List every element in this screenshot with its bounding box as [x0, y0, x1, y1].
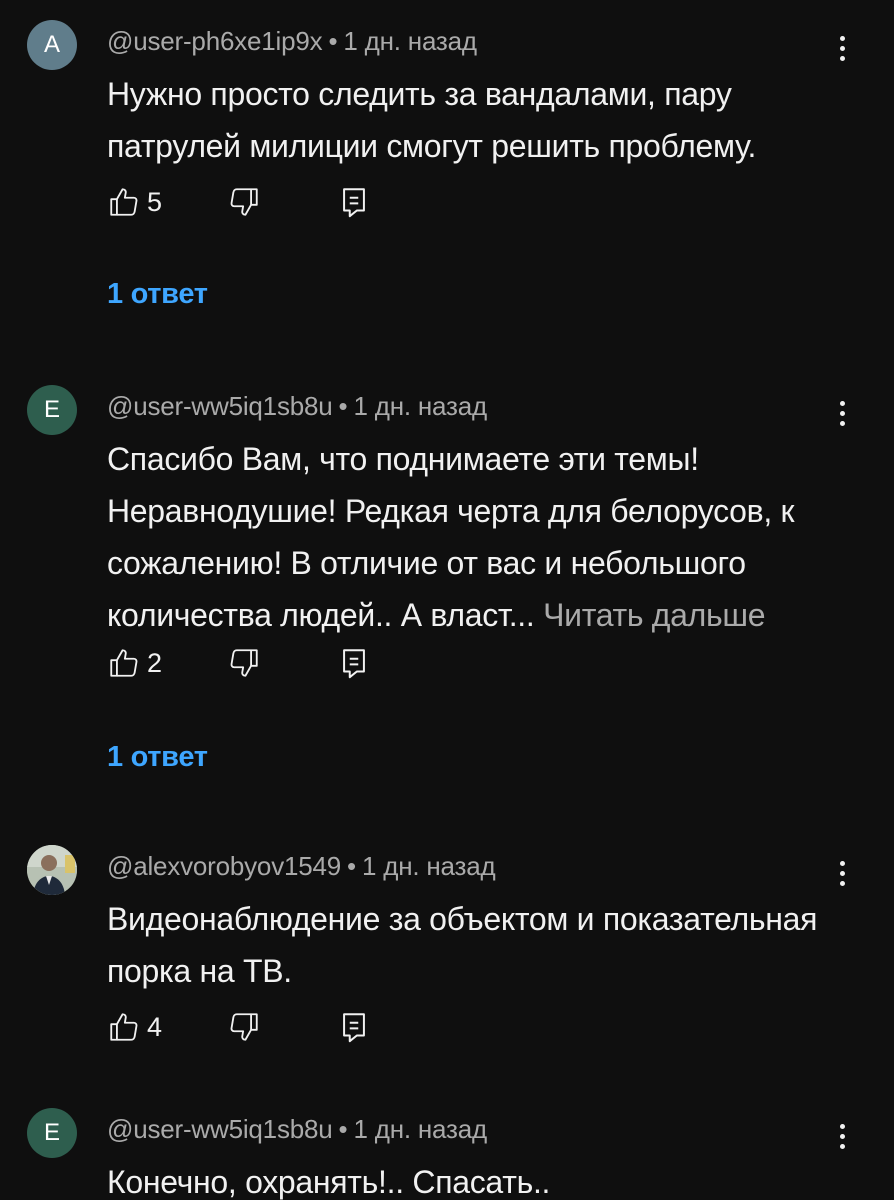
thumbs-down-icon — [230, 1013, 258, 1041]
comment-author[interactable]: @user-ph6xe1ip9x — [107, 26, 323, 56]
avatar-letter: E — [43, 396, 60, 423]
comment-text: Видеонаблюдение за объектом и показатель… — [107, 901, 818, 989]
thumbs-up-icon — [110, 1013, 138, 1041]
meta-separator: • — [338, 391, 348, 421]
thumbs-down-icon — [230, 188, 258, 216]
reply-comment-icon — [343, 649, 365, 679]
thumbs-down-icon — [230, 649, 258, 677]
avatar[interactable] — [27, 845, 77, 895]
reply-button[interactable] — [339, 182, 369, 222]
meta-separator: • — [328, 26, 338, 56]
thumbs-up-icon — [110, 649, 138, 677]
comment-time: 1 дн. назад — [353, 391, 487, 421]
comment-meta: @user-ww5iq1sb8u • 1 дн. назад — [107, 1114, 487, 1145]
comment-time: 1 дн. назад — [353, 1114, 487, 1144]
read-more-link[interactable]: Читать дальше — [543, 597, 766, 633]
like-count: 2 — [147, 647, 163, 678]
comments-list: A @user-ph6xe1ip9x • 1 дн. назад Нужно про… — [0, 0, 894, 1200]
avatar[interactable]: E — [27, 385, 77, 435]
like-count: 4 — [147, 1011, 163, 1042]
like-button[interactable]: 4 — [107, 1007, 162, 1047]
comment-actions: 4 — [107, 1007, 407, 1047]
comment-author[interactable]: @alexvorobyov1549 — [107, 851, 341, 881]
dislike-button[interactable] — [227, 182, 261, 222]
avatar[interactable]: A — [27, 20, 77, 70]
comment-text: Конечно, охранять!.. Спасать.. — [107, 1164, 551, 1200]
avatar-letter: A — [43, 31, 60, 58]
reply-button[interactable] — [339, 1007, 369, 1047]
comment-meta: @user-ww5iq1sb8u • 1 дн. назад — [107, 391, 487, 422]
user-photo-icon — [27, 845, 77, 895]
comment-actions: 5 — [107, 182, 407, 222]
reply-comment-icon — [343, 188, 365, 218]
comment-meta: @alexvorobyov1549 • 1 дн. назад — [107, 851, 496, 882]
comment-text: Спасибо Вам, что поднимаете эти темы! Не… — [107, 441, 795, 633]
like-button[interactable]: 2 — [107, 643, 162, 683]
reply-button[interactable] — [339, 643, 369, 683]
replies-link[interactable]: 1 ответ — [107, 278, 208, 311]
like-count: 5 — [147, 186, 163, 217]
meta-separator: • — [338, 1114, 348, 1144]
replies-link[interactable]: 1 ответ — [107, 741, 208, 774]
dislike-button[interactable] — [227, 643, 261, 683]
comment-actions: 2 — [107, 643, 407, 683]
comment-author[interactable]: @user-ww5iq1sb8u — [107, 1114, 333, 1144]
comment-text: Нужно просто следить за вандалами, пару … — [107, 76, 757, 164]
comment-time: 1 дн. назад — [343, 26, 477, 56]
comment-author[interactable]: @user-ww5iq1sb8u — [107, 391, 333, 421]
reply-comment-icon — [343, 1013, 365, 1043]
comment-time: 1 дн. назад — [361, 851, 496, 881]
avatar[interactable]: E — [27, 1108, 77, 1158]
dislike-button[interactable] — [227, 1007, 261, 1047]
meta-separator: • — [347, 851, 356, 881]
comment-meta: @user-ph6xe1ip9x • 1 дн. назад — [107, 26, 477, 57]
like-button[interactable]: 5 — [107, 182, 162, 222]
avatar-letter: E — [43, 1119, 60, 1146]
thumbs-up-icon — [110, 188, 138, 216]
